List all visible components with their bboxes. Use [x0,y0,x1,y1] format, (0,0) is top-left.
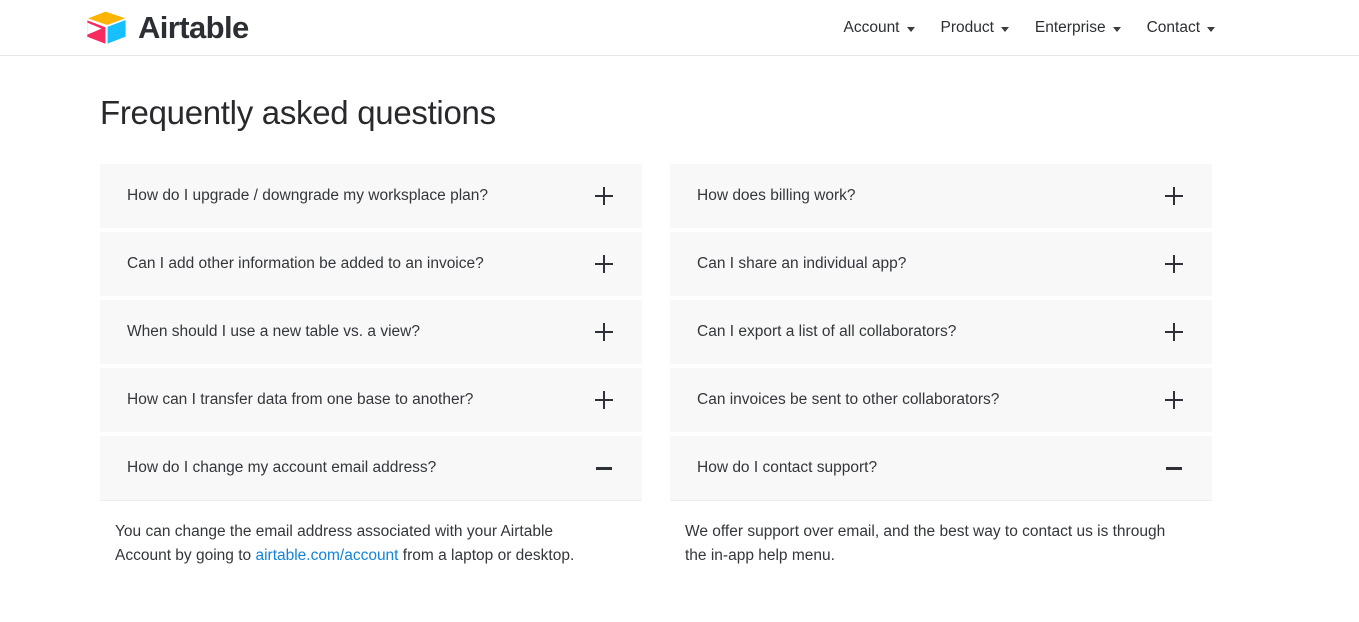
nav-item-label: Enterprise [1035,19,1106,37]
plus-icon[interactable] [1165,187,1183,205]
nav-item-product[interactable]: Product [941,19,1009,37]
nav-item-label: Account [843,19,899,37]
faq-question: Can I share an individual app? [697,254,906,274]
faq-item-expanded: How do I change my account email address… [100,436,642,568]
faq-question: Can I export a list of all collaborators… [697,322,956,342]
faq-item: How do I upgrade / downgrade my workspla… [100,164,642,228]
faq-question: How do I contact support? [697,458,877,478]
faq-answer: We offer support over email, and the bes… [670,501,1212,568]
faq-page: Frequently asked questions How do I upgr… [0,56,1359,572]
chevron-down-icon [907,27,915,32]
faq-question: When should I use a new table vs. a view… [127,322,420,342]
faq-item: Can I export a list of all collaborators… [670,300,1212,364]
faq-item: How can I transfer data from one base to… [100,368,642,432]
plus-icon[interactable] [595,187,613,205]
plus-icon[interactable] [1165,391,1183,409]
faq-toggle[interactable]: Can I add other information be added to … [100,232,642,296]
faq-answer: You can change the email address associa… [100,501,642,568]
minus-icon[interactable] [1165,459,1183,477]
nav-item-account[interactable]: Account [843,19,914,37]
faq-question: How does billing work? [697,186,856,206]
faq-toggle[interactable]: How do I change my account email address… [100,436,642,501]
chevron-down-icon [1113,27,1121,32]
faq-item: When should I use a new table vs. a view… [100,300,642,364]
faq-toggle[interactable]: When should I use a new table vs. a view… [100,300,642,364]
faq-toggle[interactable]: How can I transfer data from one base to… [100,368,642,432]
faq-question: How do I change my account email address… [127,458,436,478]
plus-icon[interactable] [595,255,613,273]
faq-item: How does billing work? [670,164,1212,228]
faq-toggle[interactable]: Can I share an individual app? [670,232,1212,296]
faq-item-expanded: How do I contact support? We offer suppo… [670,436,1212,568]
minus-icon[interactable] [595,459,613,477]
plus-icon[interactable] [1165,323,1183,341]
nav-item-contact[interactable]: Contact [1147,19,1215,37]
faq-question: How can I transfer data from one base to… [127,390,473,410]
plus-icon[interactable] [1165,255,1183,273]
faq-column-left: How do I upgrade / downgrade my workspla… [100,164,642,572]
account-link[interactable]: airtable.com/account [255,547,398,564]
site-header: Airtable Account Product Enterprise Cont… [0,0,1359,56]
faq-question: Can invoices be sent to other collaborat… [697,390,999,410]
brand-name: Airtable [138,12,249,43]
nav-item-enterprise[interactable]: Enterprise [1035,19,1121,37]
plus-icon[interactable] [595,323,613,341]
faq-answer-text: from a laptop or desktop. [399,547,575,564]
faq-question: How do I upgrade / downgrade my workspla… [127,186,488,206]
faq-toggle[interactable]: Can I export a list of all collaborators… [670,300,1212,364]
faq-toggle[interactable]: Can invoices be sent to other collaborat… [670,368,1212,432]
page-title: Frequently asked questions [100,56,1359,133]
faq-toggle[interactable]: How does billing work? [670,164,1212,228]
nav-item-label: Contact [1147,19,1200,37]
chevron-down-icon [1207,27,1215,32]
plus-icon[interactable] [595,391,613,409]
airtable-cube-logo-icon [84,10,128,46]
faq-item: Can I add other information be added to … [100,232,642,296]
faq-question: Can I add other information be added to … [127,254,484,274]
faq-column-right: How does billing work? Can I share an in… [670,164,1212,572]
faq-toggle[interactable]: How do I contact support? [670,436,1212,501]
brand-logo-link[interactable]: Airtable [84,10,249,46]
faq-item: Can invoices be sent to other collaborat… [670,368,1212,432]
faq-grid: How do I upgrade / downgrade my workspla… [100,164,1359,572]
faq-item: Can I share an individual app? [670,232,1212,296]
main-nav: Account Product Enterprise Contact [843,19,1215,37]
faq-toggle[interactable]: How do I upgrade / downgrade my workspla… [100,164,642,228]
chevron-down-icon [1001,27,1009,32]
nav-item-label: Product [941,19,994,37]
